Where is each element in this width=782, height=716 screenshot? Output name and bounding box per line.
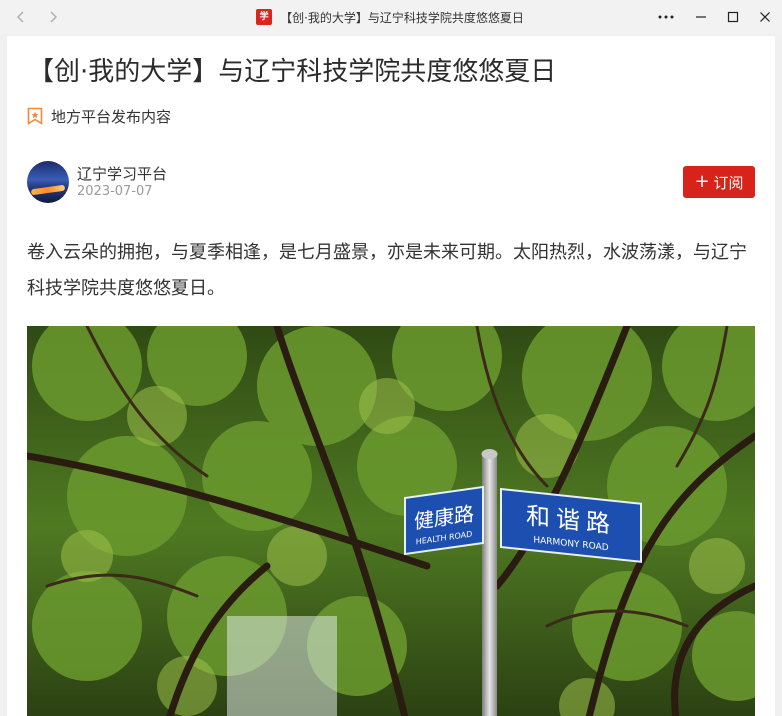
window-title-area: 学 【创·我的大学】与辽宁科技学院共度悠悠夏日 [140, 0, 640, 34]
more-icon [658, 15, 674, 19]
chevron-left-icon [16, 11, 24, 23]
source-row: 地方平台发布内容 [27, 104, 171, 128]
publish-date: 2023-07-07 [77, 184, 153, 199]
title-bar: 学 【创·我的大学】与辽宁科技学院共度悠悠夏日 [0, 0, 782, 34]
minimize-icon [696, 16, 706, 18]
avatar[interactable] [27, 161, 69, 203]
close-icon [760, 12, 770, 22]
back-button[interactable] [9, 5, 33, 29]
chevron-right-icon [50, 11, 58, 23]
source-label: 地方平台发布内容 [51, 107, 172, 126]
street-sign-photo: 健康路 HEALTH ROAD 和谐路 HARMONY ROAD [27, 326, 755, 716]
minimize-button[interactable] [687, 4, 715, 30]
article-page: 【创·我的大学】与辽宁科技学院共度悠悠夏日 地方平台发布内容 辽宁学习平台 20… [7, 36, 775, 716]
maximize-icon [727, 11, 739, 23]
badge-icon [27, 107, 43, 125]
close-button[interactable] [751, 4, 779, 30]
forward-button[interactable] [41, 5, 65, 29]
article-title: 【创·我的大学】与辽宁科技学院共度悠悠夏日 [28, 57, 557, 87]
author-row: 辽宁学习平台 2023-07-07 + 订阅 [27, 160, 755, 204]
article-photo[interactable]: 健康路 HEALTH ROAD 和谐路 HARMONY ROAD [27, 326, 755, 716]
avatar-highlight [30, 184, 66, 196]
subscribe-label: 订阅 [713, 173, 744, 192]
article-body: 卷入云朵的拥抱，与夏季相逢，是七月盛景，亦是未来可期。太阳热烈，水波荡漾，与辽宁… [27, 242, 747, 299]
app-logo: 学 [256, 9, 273, 25]
plus-icon: + [694, 171, 710, 192]
maximize-button[interactable] [719, 4, 747, 30]
more-button[interactable] [652, 4, 680, 30]
window-title: 【创·我的大学】与辽宁科技学院共度悠悠夏日 [280, 10, 524, 25]
subscribe-button[interactable]: + 订阅 [683, 166, 755, 198]
author-name[interactable]: 辽宁学习平台 [77, 163, 167, 184]
